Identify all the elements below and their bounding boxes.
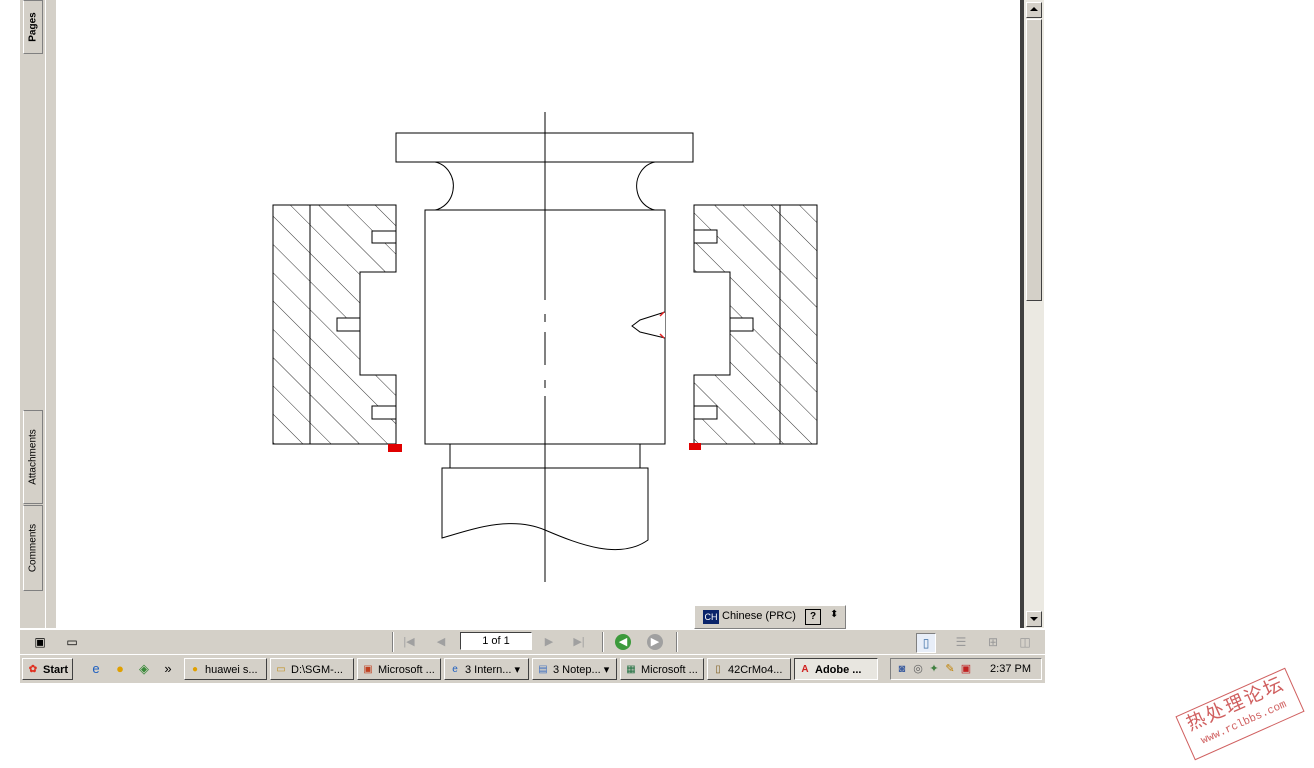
desktop-icon[interactable]: ◈ [136,661,152,677]
tab-comments[interactable]: Comments [23,505,43,591]
language-bar[interactable]: CH Chinese (PRC) ? ⬍ [694,605,846,629]
previous-view-icon[interactable]: ◀ [615,634,631,650]
system-tray: ◙ ◎ ✦ ✎ ▣ 2:37 PM [890,658,1042,680]
excel-icon: ▦ [626,664,636,676]
taskbar-button[interactable]: ▯ 42CrMo4... [707,658,791,680]
taskbar-label: 3 Notep... [553,664,601,676]
page-view-icon[interactable]: ▣ [32,634,48,650]
tab-comments-label: Comments [27,523,39,573]
scroll-down-button[interactable] [1026,611,1042,627]
next-page-icon[interactable]: ▶ [540,633,558,651]
clock: 2:37 PM [990,663,1031,675]
arrow-up-icon [1030,7,1038,11]
pen-tool-icon[interactable]: ✎ [943,662,957,676]
page-icon[interactable]: ▭ [64,634,80,650]
scroll-thumb[interactable] [1026,19,1042,301]
previous-page-icon[interactable]: ◀ [432,633,450,651]
folder-icon: ▭ [276,664,286,676]
next-view-icon[interactable]: ▶ [647,634,663,650]
vertical-scrollbar[interactable] [1024,0,1044,628]
notepad-icon: ▤ [538,664,548,676]
left-slot-top [371,230,397,244]
separator [602,632,604,652]
single-page-icon[interactable]: ▯ [916,633,936,653]
left-marker [388,444,402,452]
taskbar-button-active[interactable]: A Adobe ... [794,658,878,680]
taskbar-label: D:\SGM-... [291,664,343,676]
status-bar: ▣ ▭ |◀ ◀ 1 of 1 ▶ ▶| ◀ ▶ ▯ ☰ ⊞ ◫ [20,629,1045,655]
taskbar-label: Microsoft ... [641,664,698,676]
start-label: Start [43,664,69,676]
messenger-icon[interactable]: ● [112,661,128,677]
powerpoint-icon: ▣ [363,664,373,676]
internet-explorer-icon[interactable]: e [88,661,104,677]
ie-icon: e [452,664,458,676]
tab-attachments-label: Attachments [27,429,39,485]
network-icon[interactable]: ◙ [895,662,909,676]
app-icon: ● [191,664,199,676]
facing-continuous-icon[interactable]: ⊞ [984,633,1002,651]
neck-right-arc [636,161,664,211]
antivirus-icon[interactable]: ✦ [927,662,941,676]
continuous-icon[interactable]: ☰ [952,633,970,651]
taskbar-button[interactable]: ▣ Microsoft ... [357,658,441,680]
taskbar-label: Adobe ... [815,664,862,676]
first-page-icon[interactable]: |◀ [400,633,418,651]
left-slot-mid [336,317,361,332]
taskbar-button[interactable]: e3 Intern... ▾ [444,658,529,680]
taskbar-label: 3 Intern... [465,664,512,676]
connection-icon[interactable]: ▣ [959,662,973,676]
taskbar-button[interactable]: ● huawei s... [184,658,267,680]
language-options-icon[interactable]: ⬍ [830,609,838,620]
acrobat-icon: A [801,664,809,676]
document-page [56,0,1020,628]
taskbar: ✿ Start e ● ◈ » ● huawei s... ▭ D:\SGM-... … [20,654,1045,683]
volume-icon[interactable]: ◎ [911,662,925,676]
right-slot-bottom [693,405,718,420]
technical-drawing [272,112,818,582]
last-page-icon[interactable]: ▶| [570,633,588,651]
taskbar-label: 42CrMo4... [728,664,783,676]
page-number-field[interactable]: 1 of 1 [460,632,532,650]
tab-pages[interactable]: Pages [23,0,43,54]
arrow-down-icon [1030,617,1038,621]
tab-attachments[interactable]: Attachments [23,410,43,504]
language-name[interactable]: Chinese (PRC) [722,610,796,622]
taskbar-label: huawei s... [205,664,258,676]
taskbar-button[interactable]: ▦ Microsoft ... [620,658,704,680]
quick-launch-more[interactable]: » [160,661,176,677]
facing-icon[interactable]: ◫ [1016,633,1034,651]
taskbar-button[interactable]: ▤ 3 Notep... ▾ [532,658,617,680]
start-button[interactable]: ✿ Start [22,658,73,680]
taskbar-label: Microsoft ... [378,664,435,676]
windows-logo-icon: ✿ [28,664,38,676]
neck-left-arc [426,161,454,211]
right-marker [689,443,701,450]
separator [392,632,394,652]
help-icon[interactable]: ? [805,609,821,625]
tab-pages-label: Pages [27,12,39,42]
taskbar-button[interactable]: ▭ D:\SGM-... [270,658,354,680]
right-slot-top [693,229,718,244]
watermark-stamp: 热处理论坛 www.rclbbs.com [1175,667,1305,761]
separator [676,632,678,652]
right-slot-mid [729,317,754,332]
left-slot-bottom [371,405,397,420]
language-code[interactable]: CH [703,610,719,624]
scroll-up-button[interactable] [1026,2,1042,18]
document-icon: ▯ [715,664,721,676]
